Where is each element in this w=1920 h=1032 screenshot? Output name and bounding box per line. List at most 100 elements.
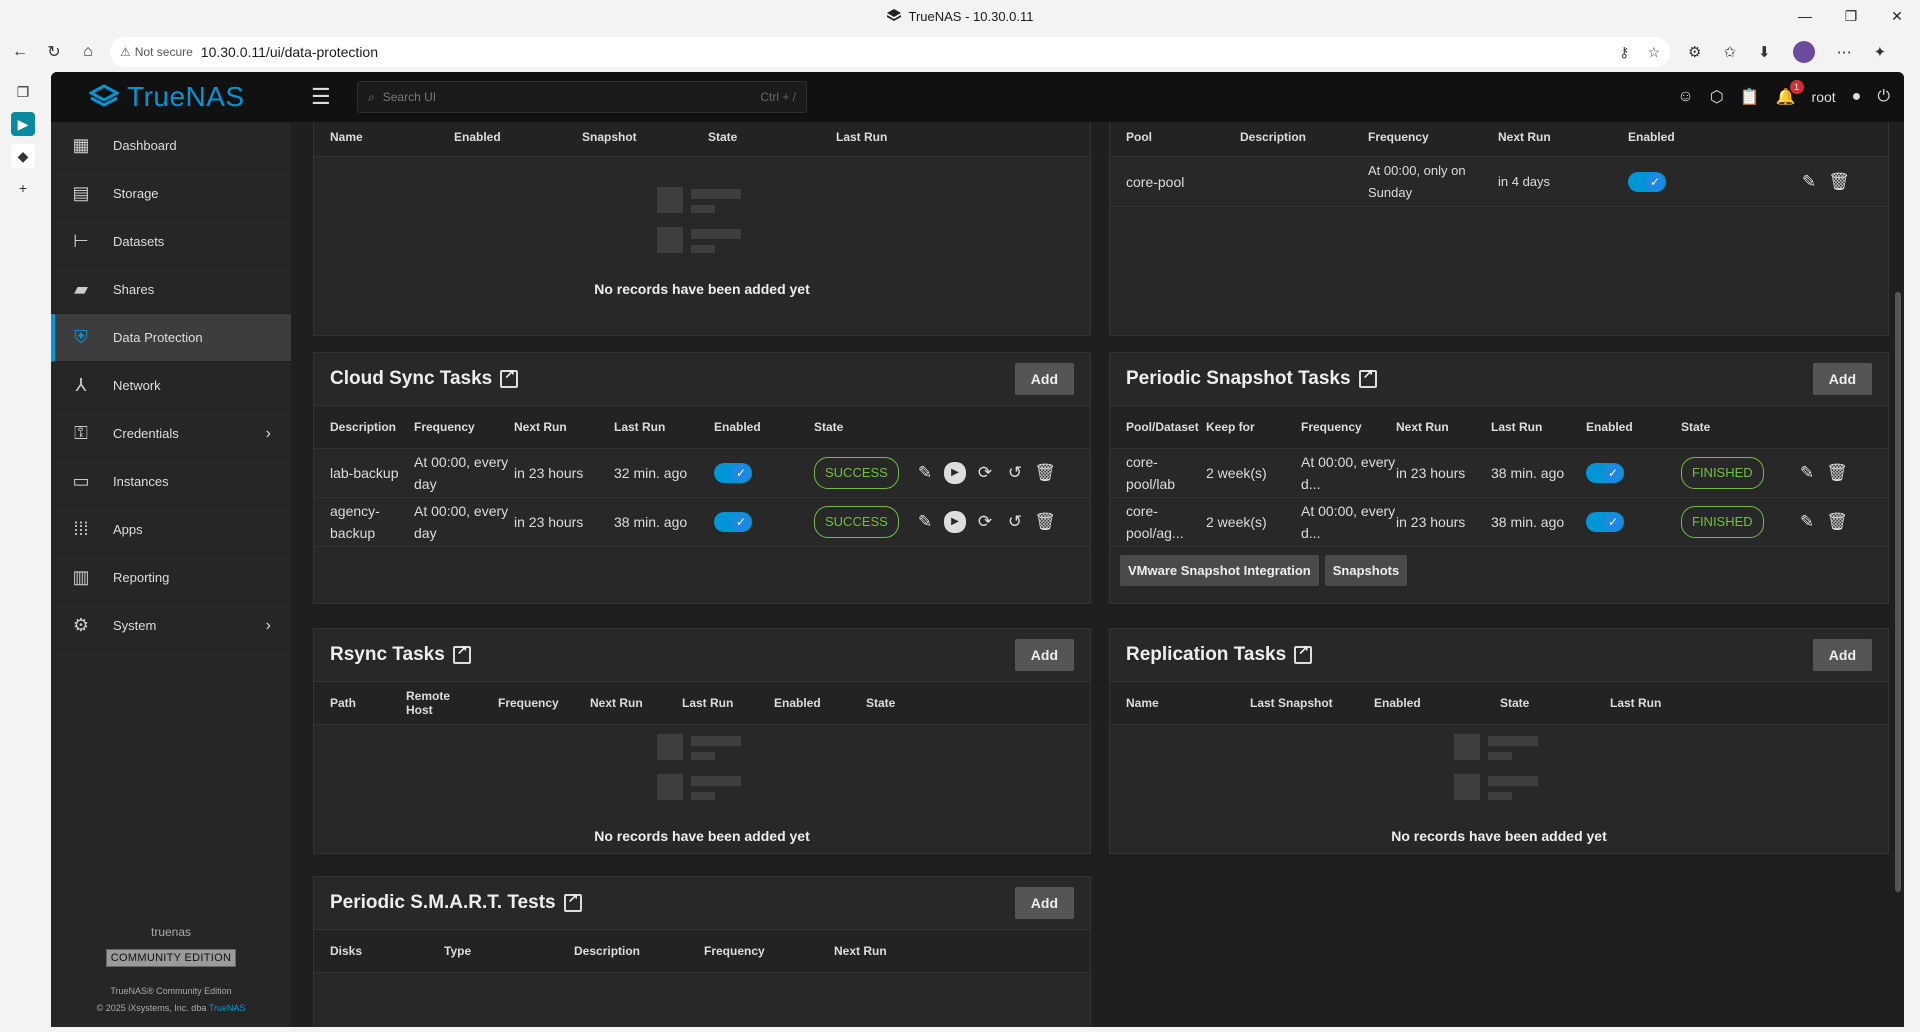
- column-header[interactable]: Snapshot: [582, 130, 708, 144]
- favorite-star-icon[interactable]: ☆: [1647, 44, 1660, 61]
- edit-pencil-icon[interactable]: ✎: [1796, 462, 1818, 484]
- edit-pencil-icon[interactable]: ✎: [914, 462, 936, 484]
- open-in-new-icon[interactable]: [1358, 366, 1377, 388]
- restore-button[interactable]: ❐: [1828, 0, 1874, 32]
- open-in-new-icon[interactable]: [452, 642, 471, 664]
- status-badge[interactable]: FINISHED: [1681, 457, 1764, 489]
- add-button[interactable]: Add: [1014, 363, 1074, 395]
- truecommand-icon[interactable]: ⬡: [1710, 87, 1724, 107]
- add-button[interactable]: Add: [1812, 363, 1872, 395]
- column-header[interactable]: Enabled: [1628, 130, 1728, 144]
- column-header[interactable]: Next Run: [514, 420, 614, 434]
- warning-icon[interactable]: ⚠: [120, 45, 131, 59]
- column-header[interactable]: Description: [1240, 130, 1368, 144]
- open-in-new-icon[interactable]: [1294, 642, 1313, 664]
- column-header[interactable]: State: [708, 130, 836, 144]
- table-row[interactable]: core-pool/ag... 2 week(s) At 00:00, ever…: [1110, 498, 1888, 547]
- column-header[interactable]: Last Run: [682, 696, 774, 710]
- column-header[interactable]: Next Run: [590, 696, 682, 710]
- table-row[interactable]: lab-backup At 00:00, every day in 23 hou…: [314, 449, 1090, 498]
- column-header[interactable]: Enabled: [1586, 420, 1681, 434]
- restore-history-icon[interactable]: ↺: [1004, 462, 1026, 484]
- column-header[interactable]: Last Run: [1491, 420, 1586, 434]
- column-header[interactable]: Pool: [1110, 130, 1240, 144]
- open-in-new-icon[interactable]: [563, 890, 582, 912]
- username[interactable]: root: [1812, 89, 1836, 105]
- column-header[interactable]: Frequency: [498, 696, 590, 710]
- card-title[interactable]: Cloud Sync Tasks: [330, 368, 492, 390]
- column-header[interactable]: Type: [444, 944, 574, 958]
- snapshots-button[interactable]: Snapshots: [1324, 555, 1408, 586]
- column-header[interactable]: Disks: [314, 944, 444, 958]
- jobs-clipboard-icon[interactable]: 📋: [1740, 87, 1760, 107]
- edit-pencil-icon[interactable]: ✎: [1798, 171, 1820, 193]
- column-header[interactable]: Next Run: [834, 944, 964, 958]
- column-header[interactable]: Description: [574, 944, 704, 958]
- notifications-bell-icon[interactable]: 🔔 1: [1776, 80, 1804, 107]
- card-title[interactable]: Rsync Tasks: [330, 644, 445, 666]
- column-header[interactable]: Enabled: [774, 696, 866, 710]
- sidebar-item-credentials[interactable]: ⚿ Credentials ›: [51, 410, 291, 458]
- more-menu-icon[interactable]: ⋯: [1837, 43, 1852, 61]
- search-input[interactable]: ⌕ Search UI Ctrl + /: [357, 81, 807, 113]
- feedback-icon[interactable]: ☺: [1677, 88, 1693, 106]
- add-button[interactable]: Add: [1812, 639, 1872, 671]
- enabled-toggle[interactable]: [1586, 512, 1624, 532]
- key-icon[interactable]: ⚷: [1619, 44, 1629, 61]
- scrollbar-thumb[interactable]: [1895, 292, 1901, 892]
- column-header[interactable]: Last Run: [1610, 696, 1710, 710]
- status-badge[interactable]: SUCCESS: [814, 457, 899, 489]
- vmware-snapshot-integration-button[interactable]: VMware Snapshot Integration: [1120, 555, 1319, 586]
- delete-trash-icon[interactable]: 🗑: [1826, 511, 1848, 533]
- column-header[interactable]: State: [1681, 420, 1776, 434]
- status-badge[interactable]: SUCCESS: [814, 506, 899, 538]
- status-badge[interactable]: FINISHED: [1681, 506, 1764, 538]
- add-button[interactable]: Add: [1014, 639, 1074, 671]
- column-header[interactable]: Keep for: [1206, 420, 1301, 434]
- column-header[interactable]: State: [866, 696, 958, 710]
- sidebar-item-dashboard[interactable]: ▦ Dashboard: [51, 122, 291, 170]
- sidebar-item-shares[interactable]: ▰ Shares: [51, 266, 291, 314]
- add-button[interactable]: Add: [1014, 887, 1074, 919]
- column-header[interactable]: Frequency: [1301, 420, 1396, 434]
- scrollbar[interactable]: [1892, 122, 1904, 1027]
- refresh-icon[interactable]: ↻: [40, 38, 68, 66]
- column-header[interactable]: Name: [314, 130, 454, 144]
- enabled-toggle[interactable]: [1628, 171, 1666, 192]
- column-header[interactable]: Last Snapshot: [1250, 696, 1374, 710]
- enabled-toggle[interactable]: [714, 463, 752, 483]
- run-now-icon[interactable]: ▶: [944, 511, 966, 533]
- sidebar-item-instances[interactable]: ▭ Instances: [51, 458, 291, 506]
- address-bar[interactable]: ⚠ Not secure 10.30.0.11/ui/data-protecti…: [110, 37, 1670, 67]
- column-header[interactable]: Remote Host: [406, 689, 466, 717]
- new-tab-icon[interactable]: +: [11, 176, 35, 200]
- favorites-icon[interactable]: ✩: [1723, 43, 1736, 61]
- dry-run-sync-icon[interactable]: ⟳: [974, 462, 996, 484]
- media-tab-icon[interactable]: ▶: [11, 112, 35, 136]
- column-header[interactable]: Next Run: [1498, 130, 1628, 144]
- column-header[interactable]: Frequency: [1368, 130, 1498, 144]
- delete-trash-icon[interactable]: 🗑: [1826, 462, 1848, 484]
- truenas-tab-icon[interactable]: ◆: [11, 144, 35, 168]
- table-row[interactable]: agency-backup At 00:00, every day in 23 …: [314, 498, 1090, 547]
- account-circle-icon[interactable]: ●: [1852, 88, 1862, 106]
- truenas-logo[interactable]: TrueNAS: [51, 81, 291, 113]
- delete-trash-icon[interactable]: 🗑: [1828, 171, 1850, 193]
- edit-pencil-icon[interactable]: ✎: [1796, 511, 1818, 533]
- card-title[interactable]: Periodic Snapshot Tasks: [1126, 368, 1351, 390]
- card-title[interactable]: Replication Tasks: [1126, 644, 1286, 666]
- minimize-button[interactable]: —: [1782, 0, 1828, 32]
- column-header[interactable]: State: [814, 420, 914, 434]
- column-header[interactable]: Path: [314, 696, 406, 710]
- dry-run-sync-icon[interactable]: ⟳: [974, 511, 996, 533]
- truenas-link[interactable]: TrueNAS: [209, 1003, 246, 1013]
- sidebar-item-system[interactable]: ⚙ System ›: [51, 602, 291, 650]
- column-header[interactable]: Frequency: [704, 944, 834, 958]
- column-header[interactable]: Description: [314, 420, 414, 434]
- close-window-button[interactable]: ✕: [1874, 0, 1920, 32]
- url-text[interactable]: 10.30.0.11/ui/data-protection: [201, 44, 378, 60]
- sidebar-item-storage[interactable]: ▤ Storage: [51, 170, 291, 218]
- sidebar-item-reporting[interactable]: ▥ Reporting: [51, 554, 291, 602]
- column-header[interactable]: Frequency: [414, 420, 514, 434]
- back-icon[interactable]: ←: [6, 38, 34, 66]
